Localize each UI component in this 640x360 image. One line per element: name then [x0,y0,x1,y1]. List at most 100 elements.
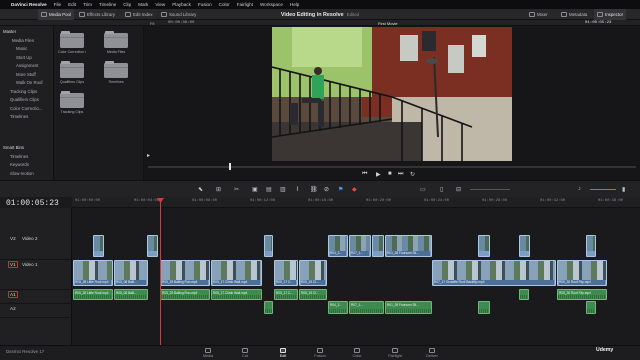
page-cut[interactable]: Cut [225,346,265,360]
timeline-clip[interactable] [264,235,273,257]
menu-edit[interactable]: Edit [68,2,76,7]
marker-icon[interactable]: ◆ [352,186,357,193]
sidebar-item-walk-on-roof[interactable]: Walk On Roof [0,79,53,88]
bin-qualifiers-clips[interactable]: Qualifiers Clips [58,61,86,84]
page-fairlight[interactable]: Fairlight [375,346,415,360]
audio-clip[interactable]: R05_17 C... [274,289,298,300]
smart-bins-header[interactable]: Smart Bins [0,144,54,153]
fullscreen-icon[interactable]: ▸ [147,152,150,159]
sidebar-item-assignment[interactable]: Assignment [0,62,53,71]
menu-color[interactable]: Color [219,2,230,7]
timeline-clip[interactable] [586,235,596,257]
snapping-icon[interactable]: ⌇ [296,186,299,193]
timeline-clip[interactable]: R07_1... [349,235,371,257]
mixer-button[interactable]: Mixer [526,9,551,20]
timeline-clip[interactable]: R05_29 Balling Run.mp4 [160,260,210,286]
audio-clip[interactable]: R05_30 Roof Flip.mp4 [557,289,607,300]
edit-index-button[interactable]: Edit Index [122,9,156,20]
timeline-clip[interactable] [478,235,490,257]
page-fusion[interactable]: Fusion [300,346,340,360]
audio-clip[interactable]: R05_08 Balli... [114,289,148,300]
flag-icon[interactable]: ⚑ [338,186,343,193]
timeline-clip[interactable]: R07_17 Growlife Roof Backflip.mp4 [432,260,556,286]
linked-selection-icon[interactable]: ⛓ [310,186,318,193]
sidebar-item-color-correction[interactable]: Color Correctio... [0,105,53,114]
position-lock-icon[interactable]: ⊘ [324,186,329,193]
video-frame[interactable] [272,27,512,161]
sidebar-item-more-stuff[interactable]: More Stuff [0,71,53,80]
menu-timeline[interactable]: Timeline [99,2,116,7]
timeline-clip[interactable] [147,235,158,257]
menu-file[interactable]: File [54,2,61,7]
audio-clip[interactable]: R05_17 Climb Wall.mp4 [211,289,262,300]
timeline-clip[interactable] [372,235,384,257]
replace-clip-icon[interactable]: ▥ [280,186,286,193]
play-icon[interactable]: ▶ [376,171,381,178]
page-edit[interactable]: Edit [263,346,303,360]
zoom-custom-icon[interactable]: ⊟ [456,186,461,193]
effects-library-button[interactable]: Effects Library [76,9,118,20]
timeline-clip[interactable] [93,235,104,257]
smart-bin-keywords[interactable]: Keywords [0,161,54,170]
zoom-slider[interactable] [470,189,510,190]
overwrite-clip-icon[interactable]: ▤ [266,186,272,193]
timeline-clip[interactable]: R05_17 C... [274,260,298,286]
bin-tracking-clips[interactable]: Tracking Clips [58,91,86,114]
audio-clip[interactable]: R07_1... [349,301,384,314]
zoom-full-icon[interactable]: ▭ [420,186,426,193]
page-media[interactable]: Media [188,346,228,360]
menu-workspace[interactable]: Workspace [260,2,283,7]
track-header-a1[interactable]: A1 [0,290,72,304]
mute-icon[interactable]: ♪ [578,186,581,192]
smart-bin-timelines[interactable]: Timelines [0,153,54,162]
audio-clip[interactable]: R05_29 Balling Run.mp4 [160,289,210,300]
metadata-button[interactable]: Metadata [558,9,590,20]
timeline-name[interactable]: First Movie [378,21,398,26]
viewer-scrub-head[interactable] [229,163,231,170]
sidebar-item-stort-up[interactable]: Stort Up [0,54,53,63]
audio-clip[interactable]: R04_2... [328,301,348,314]
selection-tool-icon[interactable]: ⬉ [198,186,203,193]
menu-clip[interactable]: Clip [123,2,131,7]
menu-playback[interactable]: Playback [172,2,191,7]
track-header-a2[interactable]: A2 [0,304,72,318]
audio-clip[interactable] [264,301,273,314]
track-header-v1[interactable]: V1 Video 1 [0,260,72,290]
sidebar-item-media-files[interactable]: Media Files [0,37,53,46]
audio-clip[interactable]: R05_28 Little Roof.mp4 [73,289,113,300]
meter-icon[interactable]: ▮ [622,186,625,193]
sidebar-item-music[interactable]: Music [0,45,53,54]
smart-bin-slow-motion[interactable]: Slow-motion [0,170,54,179]
jump-end-icon[interactable]: ⏭ [398,171,403,178]
timeline-clip[interactable]: R04_2... [328,235,348,257]
page-deliver[interactable]: Deliver [412,346,452,360]
stop-icon[interactable]: ■ [388,171,392,177]
menu-view[interactable]: View [155,2,165,7]
timeline-clip[interactable]: R05_19 Cl... [299,260,327,286]
timeline-clip[interactable]: R05_17 Climb Wall.mp4 [211,260,262,286]
audio-clip[interactable]: R01_28 Foursom Sli... [385,301,432,314]
bin-timelines[interactable]: Timelines [102,61,130,84]
jump-start-icon[interactable]: ⏮ [362,171,367,178]
sidebar-item-timelines[interactable]: Timelines [0,113,53,122]
sound-library-button[interactable]: Sound Library [158,9,199,20]
bin-color-correction[interactable]: Color Correction C... [58,31,86,54]
timeline-clip[interactable]: R01_28 Foursom Sli... [385,235,432,257]
timeline-clip[interactable]: R05_30 Roof Flip.mp4 [557,260,607,286]
timeline-clip[interactable]: R05_08 Balli... [114,260,148,286]
zoom-detail-icon[interactable]: ▯ [440,186,443,193]
audio-clip[interactable] [478,301,490,314]
app-menu[interactable]: DaVinci Resolve [11,2,47,7]
insert-clip-icon[interactable]: ▣ [252,186,258,193]
media-pool-button[interactable]: Media Pool [38,9,74,20]
menu-fusion[interactable]: Fusion [198,2,212,7]
volume-slider[interactable] [590,189,616,190]
loop-icon[interactable]: ↻ [410,171,415,178]
timeline-ruler[interactable]: 01:00:00:00 01:00:04:00 01:00:08:00 01:0… [72,197,640,208]
playhead[interactable] [160,199,161,345]
trim-tool-icon[interactable]: ⊞ [216,186,221,193]
menu-help[interactable]: Help [290,2,299,7]
viewer-scrub-bar[interactable] [148,166,636,168]
menu-mark[interactable]: Mark [138,2,148,7]
menu-trim[interactable]: Trim [83,2,92,7]
